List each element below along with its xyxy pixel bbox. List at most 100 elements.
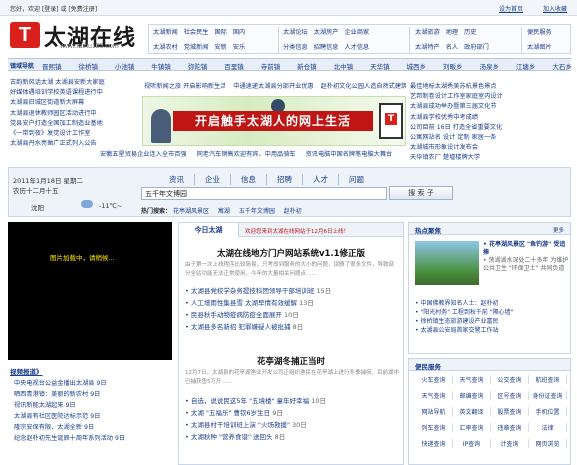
item-title[interactable]: 民县秋手动物疫病防疫全面展开 [191,311,282,319]
town-link[interactable]: 北中镇 [334,61,354,71]
news-link[interactable]: 公寓网站名 设计 定制 家居一条 [410,133,571,143]
news-link[interactable]: 安徽五星贸易企业连入全市百强 [100,150,187,160]
news-link[interactable]: 最佳地标太湖秀美苏杭景色景点 [410,82,571,92]
service-link[interactable]: 公交查询 [491,375,529,384]
news-link[interactable]: 太湖县退休教师园区活动进行中 [10,109,140,119]
town-link[interactable]: 晋熙镇 [42,61,62,71]
feature-title[interactable]: 花亭湖风景区 "鱼钓游" 受追捧 [483,241,569,257]
town-link[interactable]: 弥陀镇 [188,61,208,71]
item-title[interactable]: 太湖县多名新招 犯罪嫌疑人被批捕 [191,323,291,331]
search-category[interactable]: 企业 [195,174,231,185]
news-link[interactable]: 视听新闻之旅 开启影响新生活 [144,82,225,92]
list-item[interactable]: 人工增雨性集县雪 太湖早情有效缓解 13日 [185,297,401,309]
scenery-thumbnail[interactable] [415,241,479,285]
news-link[interactable]: 太湖县丹水亮凿广正式列入公告 [10,139,140,149]
list-item[interactable]: 中央电视台公益金播出太湖县 9日 [14,378,174,389]
news-link[interactable]: 太湖城市形象设计发布会 [410,143,571,153]
nav-item[interactable]: 国际 [215,27,227,39]
news-link[interactable]: 天华镇农厂 楚墟楼牌大学 [410,153,571,163]
town-link[interactable]: 刘畈乡 [443,61,463,71]
town-link[interactable]: 江塘乡 [516,61,536,71]
nav-item[interactable]: 太湖论坛 [283,27,308,39]
video-player[interactable]: 图片加载中，请稍候... [8,222,172,360]
list-item[interactable]: 中国佛教界知名人士：赵朴初 [415,299,569,308]
news-link[interactable]: 艺邦制卷设计工作室家庭室内设计 [410,92,571,102]
news-link[interactable]: 公司目前 16日 打造全省重要文化 [410,123,571,133]
service-link[interactable]: 手机位置 [529,407,567,416]
news-link[interactable]: 资讯电脑中国名牌笔电脑大舞台 [306,150,393,160]
search-category[interactable]: 招聘 [267,174,303,185]
nav-item[interactable]: 太湖旅游 [415,27,440,39]
list-item[interactable]: 徐桥镇生态旅游建设产业富民 [415,317,569,326]
news-link[interactable]: 赵朴初文化公园人造自然式建筑 [321,82,406,92]
search-category[interactable]: 问题 [339,174,374,185]
news-link[interactable]: 同老汽车销售欢迎有宾、中用品骑车 [197,150,296,160]
list-item[interactable]: 晒西青港镇：美丽的新农村 9日 [14,389,174,400]
list-item[interactable]: 太湖县多名新招 犯罪嫌疑人被批捕 8日 [185,321,401,333]
nav-item[interactable]: 招聘信息 [314,42,339,54]
town-link[interactable]: 天华镇 [370,61,390,71]
town-link[interactable]: 百里镇 [224,61,244,71]
hot-search-link[interactable]: 花亭湖风景区 [173,208,209,215]
service-link[interactable]: 身份证查询 [529,391,567,400]
more-link[interactable]: 更多 [553,226,564,234]
news-link[interactable]: 古韵新风话太湖 太湖县安新大家庭 [10,78,140,88]
town-link[interactable]: 小池镇 [115,61,135,71]
nav-item[interactable]: 太湖新闻 [153,27,178,39]
nav-item[interactable]: 太湖特产 [415,42,440,54]
nav-item[interactable]: 名人 [446,42,458,54]
news-link[interactable]: 太湖县成功举办暨第三届文化节 [410,102,571,112]
item-title[interactable]: 太湖县村干培训班上演 "火场救援" [191,421,290,429]
news-link[interactable]: 《一带到夜》发觉设计工作室 [10,129,140,139]
list-item[interactable]: 太湖秋种 "营养食谱" 送回头 8日 [185,431,401,443]
list-item[interactable]: 自选，说说民这5年 "五境楼" 童年好幸福 10日 [185,395,401,407]
nav-item[interactable]: 安新 [215,42,227,54]
nav-item[interactable]: 地理 [446,27,458,39]
nav-item[interactable]: 党城新闻 [184,42,209,54]
nav-item[interactable]: 政府部门 [464,42,489,54]
service-link[interactable]: IP查询 [453,439,491,448]
service-link[interactable]: 计查询 [491,439,529,448]
add-favorite-link[interactable]: 加入收藏 [543,6,567,13]
nav-item[interactable]: 太湖房产 [314,27,339,39]
service-link[interactable]: 英文翻译 [453,407,491,416]
news-link[interactable]: 太湖县旧城区街道新大屏幕 [10,98,140,108]
search-category[interactable]: 信息 [231,174,267,185]
search-button[interactable]: 搜 索 子 [389,186,453,200]
nav-item[interactable]: 人才信息 [345,42,370,54]
service-link[interactable]: 航班查询 [529,375,567,384]
town-link[interactable]: 牛镇镇 [151,61,171,71]
service-link[interactable]: 违章查询 [491,423,529,432]
item-title[interactable]: 太湖县党校学杂务提技科团领导干部培训班 [191,287,315,295]
list-item[interactable]: 太湖 "五福乐" 曹钦6岁生日 9日 [185,407,401,419]
headline[interactable]: 花亭湖冬捕正当时 [179,355,403,367]
hot-search-link[interactable]: 寓湖 [218,208,230,215]
town-link[interactable]: 新仓镇 [297,61,317,71]
list-item[interactable]: 太湖县公安局首家交警工作站 [415,326,569,335]
nav-item[interactable]: 社会民生 [184,27,209,39]
hot-search-link[interactable]: 赵朴初 [284,208,302,215]
list-item[interactable]: 纪念赵朴初先生诞辰十周年系列活动 9日 [14,433,174,444]
nav-item[interactable]: 分类信息 [283,42,308,54]
headline[interactable]: 太湖在线地方门户网站系统v1.1修正版 [179,247,403,259]
list-item[interactable]: "阳光村务" 工程到秋千前 "隔心墙" [415,308,569,317]
list-item[interactable]: 视讯新能太湖起来 9日 [14,400,174,411]
service-link[interactable]: 列车查询 [415,423,453,432]
item-title[interactable]: 人工增雨性集县雪 太湖早情有效缓解 [191,299,297,307]
nav-item[interactable]: 安乐 [233,42,245,54]
nav-item[interactable]: 便民服务 [527,27,552,39]
town-link[interactable]: 大石乡 [552,61,572,71]
item-title[interactable]: 自选，说说民这5年 "五境楼" 童年好幸福 [191,397,309,405]
news-link[interactable]: 好媒体遇培训学校英语课程进行中 [10,88,140,98]
nav-item[interactable]: 历史 [464,27,489,39]
list-item[interactable]: 太湖县党校学杂务提技科团领导干部培训班 15日 [185,285,401,297]
hot-search-link[interactable]: 五千年文博园 [239,208,275,215]
nav-item[interactable]: 企业商家 [345,27,370,39]
service-link[interactable]: 邮编查询 [453,391,491,400]
list-item[interactable]: 隆宗安保有限、太湖全新 9日 [14,422,174,433]
tab-today-taihu[interactable]: 今日太湖 [179,223,239,237]
item-title[interactable]: 太湖 "五福乐" 曹钦6岁生日 [191,409,270,417]
search-category[interactable]: 资讯 [159,174,195,185]
town-link[interactable]: 徐桥镇 [78,61,98,71]
video-report-title[interactable]: 视频报道》 [10,366,43,376]
